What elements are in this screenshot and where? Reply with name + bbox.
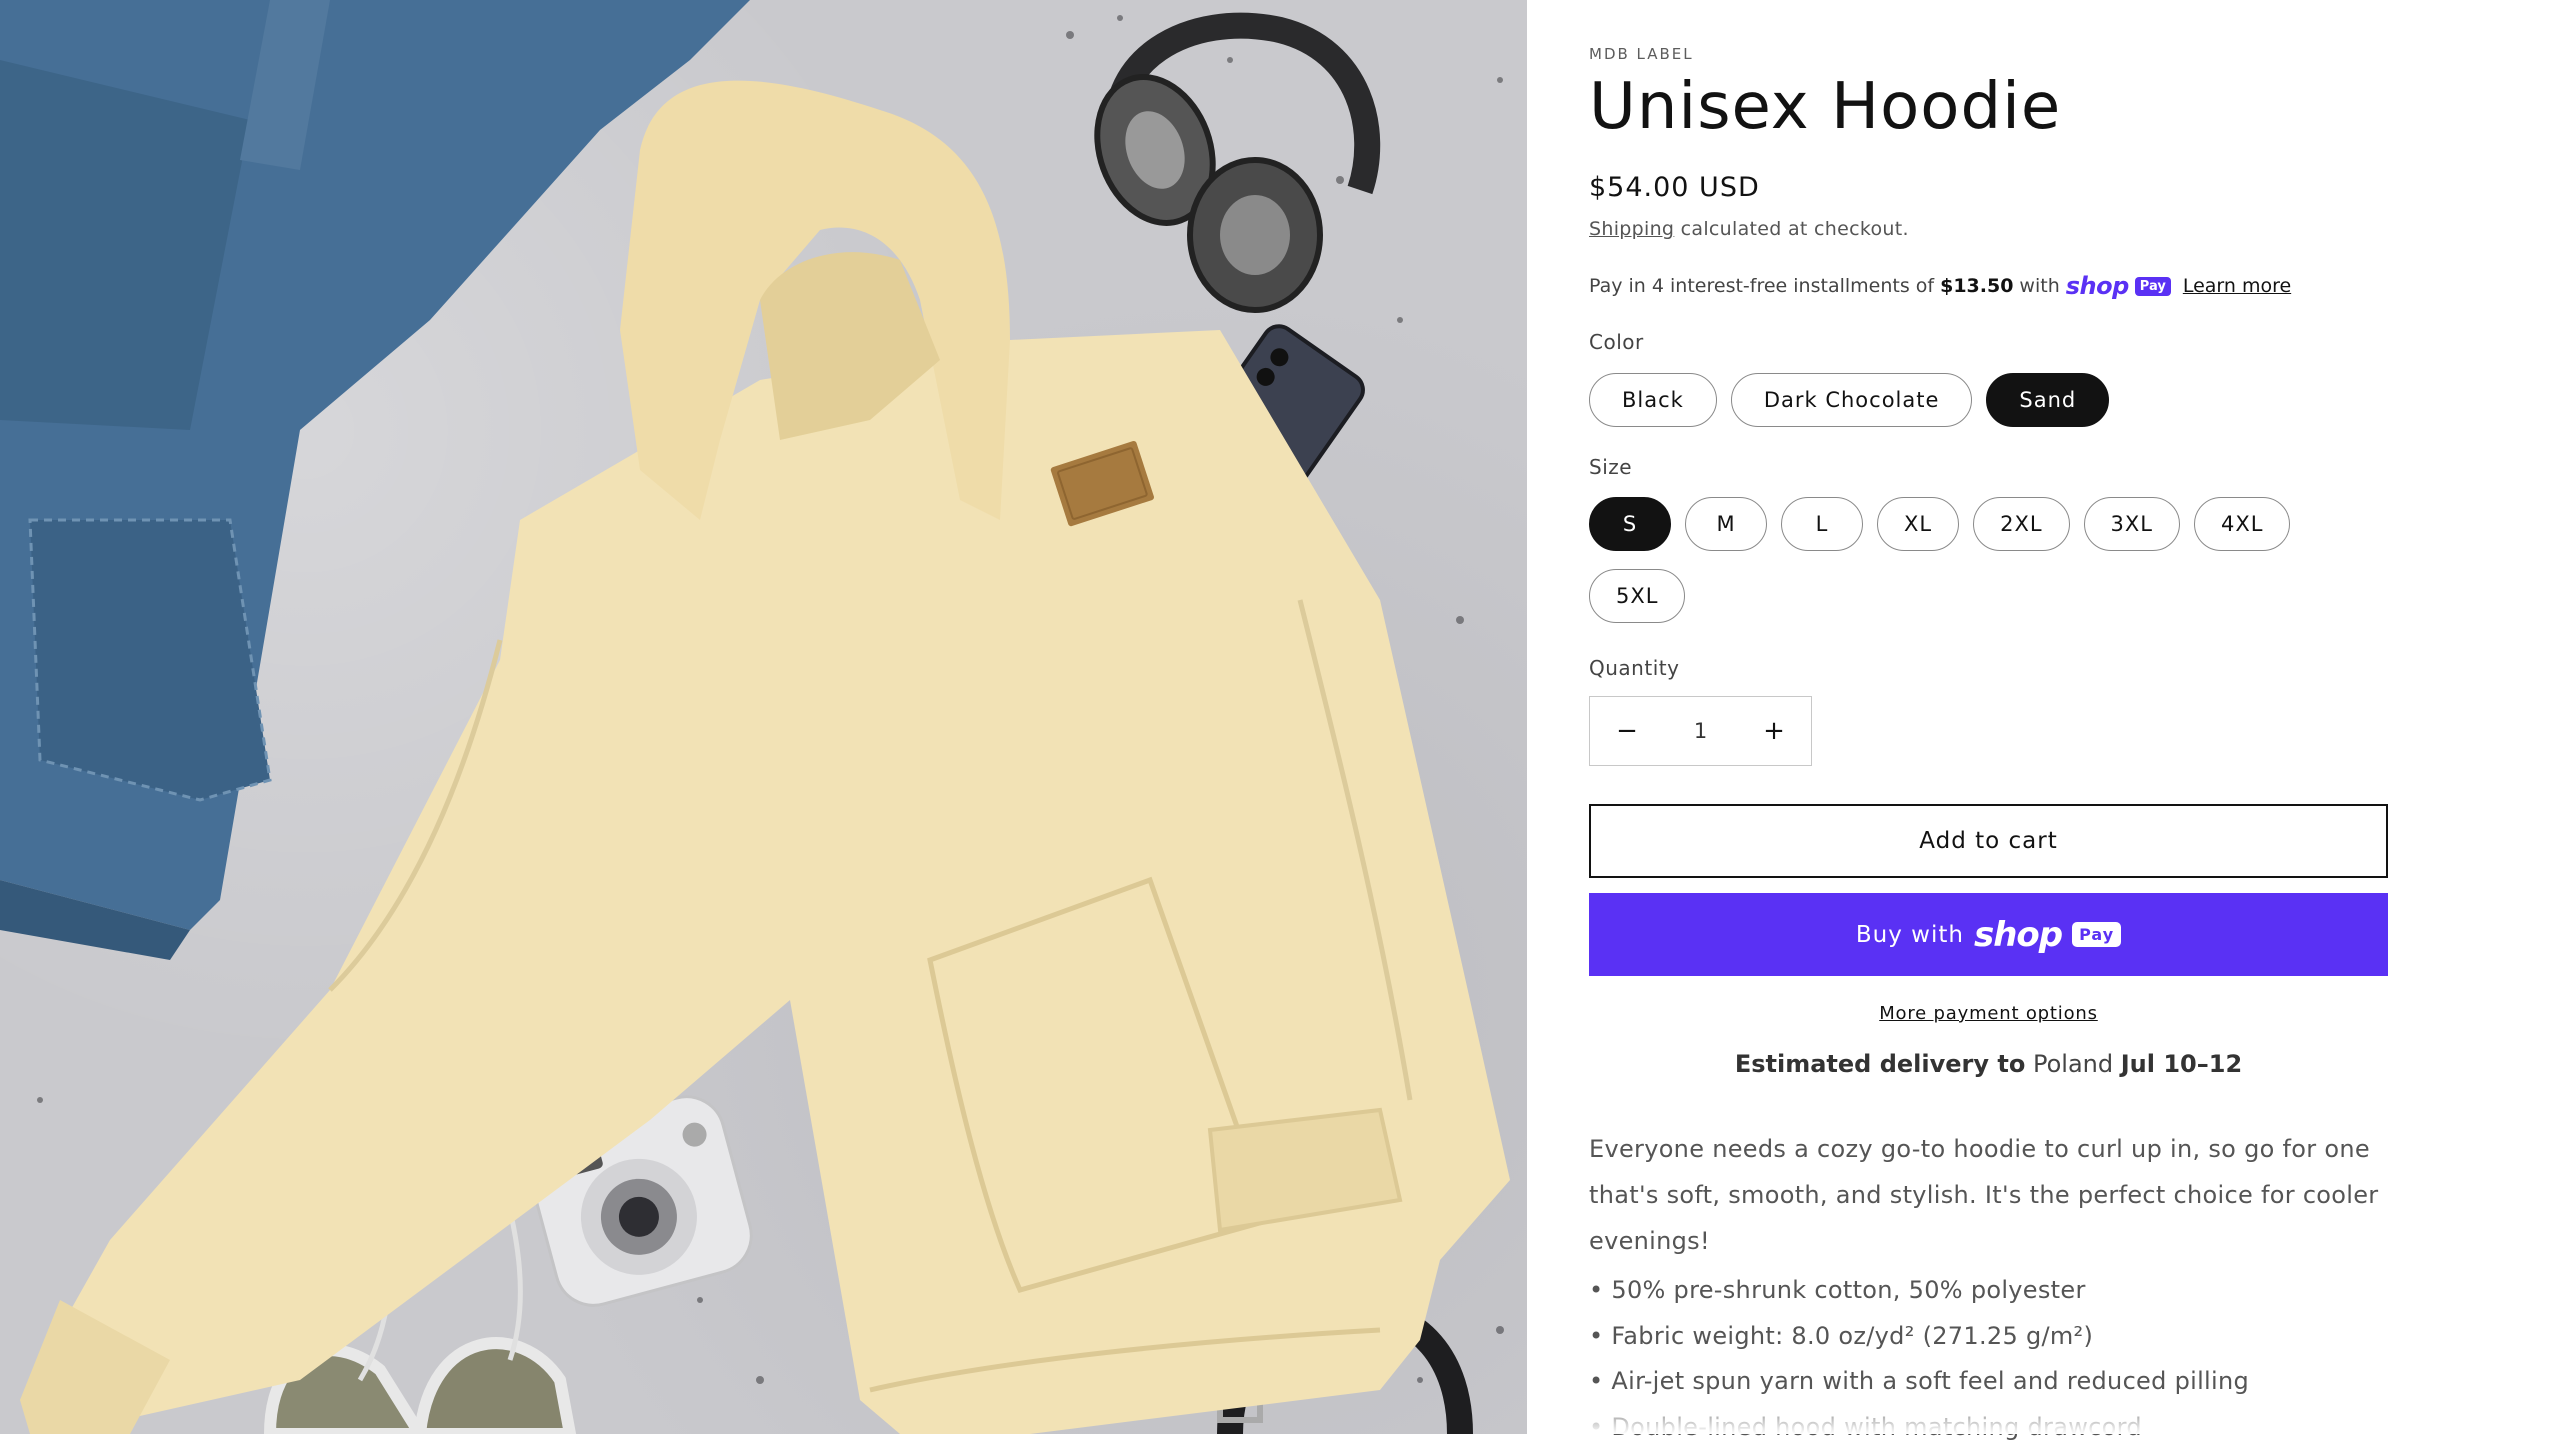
size-option-l[interactable]: L [1781,497,1863,551]
delivery-country: Poland [2033,1050,2113,1078]
size-option-xl[interactable]: XL [1877,497,1959,551]
shop-logo-icon: shop [1974,915,2062,955]
size-option-2xl[interactable]: 2XL [1973,497,2069,551]
shop-pay-badge: Pay [2135,277,2171,296]
color-option-black[interactable]: Black [1589,373,1717,427]
bottom-fade [1527,1395,2560,1434]
product-photo-illustration [0,0,1527,1434]
product-title: Unisex Hoodie [1589,62,2061,152]
headphones [1078,26,1368,310]
vendor-label: MDB LABEL [1589,45,1694,63]
more-payment-options: More payment options [1589,1003,2388,1024]
size-option-m[interactable]: M [1685,497,1767,551]
shipping-note: Shipping calculated at checkout. [1589,218,1909,240]
size-options: S M L XL 2XL 3XL 4XL 5XL [1589,497,2379,623]
color-option-sand[interactable]: Sand [1986,373,2109,427]
size-option-4xl[interactable]: 4XL [2194,497,2290,551]
size-label: Size [1589,455,1632,479]
more-payment-options-link[interactable]: More payment options [1879,1003,2098,1024]
installments-text: Pay in 4 interest-free installments of [1589,275,1934,297]
quantity-stepper: − 1 + [1589,696,1812,766]
buy-with-label: Buy with [1856,922,1964,948]
add-to-cart-button[interactable]: Add to cart [1589,804,2388,878]
color-option-dark-chocolate[interactable]: Dark Chocolate [1731,373,1973,427]
size-option-3xl[interactable]: 3XL [2084,497,2180,551]
color-options: Black Dark Chocolate Sand [1589,373,2379,427]
installments-with: with [2019,275,2059,297]
learn-more-link[interactable]: Learn more [2183,275,2291,297]
product-price: $54.00 USD [1589,172,1760,203]
installments-amount: $13.50 [1940,275,2013,297]
delivery-lead: Estimated delivery to [1735,1050,2026,1078]
product-image[interactable] [0,0,1527,1434]
shop-pay-logo-icon: shop [2066,272,2129,300]
quantity-plus-button[interactable]: + [1737,697,1811,765]
size-option-s[interactable]: S [1589,497,1671,551]
estimated-delivery: Estimated delivery to Poland Jul 10–12 [1589,1050,2388,1078]
delivery-dates: Jul 10–12 [2121,1050,2242,1078]
shipping-text: calculated at checkout. [1681,218,1909,240]
buy-with-shop-pay-button[interactable]: Buy with shop Pay [1589,893,2388,976]
quantity-minus-button[interactable]: − [1590,697,1664,765]
size-option-5xl[interactable]: 5XL [1589,569,1685,623]
shop-pay-installments: Pay in 4 interest-free installments of $… [1589,272,2291,300]
quantity-input[interactable]: 1 [1694,719,1707,743]
color-label: Color [1589,330,1644,354]
product-description: Everyone needs a cozy go-to hoodie to cu… [1589,1126,2399,1264]
shipping-link[interactable]: Shipping [1589,218,1674,240]
feature-item: • 50% pre-shrunk cotton, 50% polyester [1589,1268,2249,1314]
pay-badge: Pay [2072,922,2121,947]
feature-item: • Fabric weight: 8.0 oz/yd² (271.25 g/m²… [1589,1314,2249,1360]
quantity-label: Quantity [1589,656,1679,680]
